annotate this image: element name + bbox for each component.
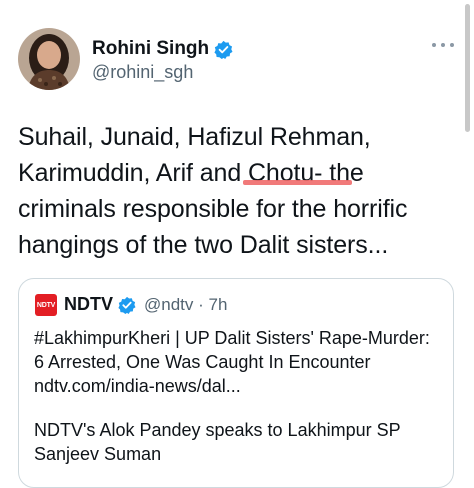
author-name-text: Rohini Singh (92, 38, 210, 59)
quote-author-name: NDTV (64, 294, 136, 315)
quote-line: #LakhimpurKheri | UP Dalit Sisters' Rape… (34, 328, 430, 348)
quote-text-paragraph: NDTV's Alok Pandey speaks to Lakhimpur S… (34, 418, 454, 466)
tweet-line: Suhail, Junaid, Hafizul Rehman, (18, 123, 371, 151)
highlight-annotation (243, 180, 352, 185)
author-handle[interactable]: @rohini_sgh (92, 62, 193, 83)
scrollbar[interactable] (465, 4, 470, 132)
ndtv-logo-text: NDTV (36, 301, 56, 309)
tweet-line: criminals responsible for the horrific (18, 195, 408, 223)
verified-badge-icon (214, 40, 233, 59)
quote-author-name-text: NDTV (64, 294, 113, 314)
quote-text: #LakhimpurKheri | UP Dalit Sisters' Rape… (34, 326, 454, 398)
more-options-icon[interactable] (432, 40, 454, 50)
quote-handle-time: @ndtv · 7h (144, 295, 228, 314)
tweet-line: Karimuddin, Arif and Chotu- the (18, 159, 364, 187)
ndtv-logo: NDTV (35, 294, 57, 316)
tweet-text: Suhail, Junaid, Hafizul Rehman, Karimudd… (18, 119, 463, 263)
dot (450, 43, 454, 47)
verified-badge-icon (118, 296, 136, 314)
dot (432, 43, 436, 47)
avatar[interactable] (18, 28, 80, 90)
quote-line: NDTV's Alok Pandey speaks to Lakhimpur S… (34, 420, 401, 440)
author-name[interactable]: Rohini Singh (92, 38, 233, 60)
quote-line: 6 Arrested, One Was Caught In Encounter (34, 352, 371, 372)
quote-link[interactable]: ndtv.com/india-news/dal... (34, 374, 454, 398)
quote-line: Sanjeev Suman (34, 444, 162, 464)
dot (441, 43, 445, 47)
tweet-line: hangings of the two Dalit sisters... (18, 231, 389, 259)
